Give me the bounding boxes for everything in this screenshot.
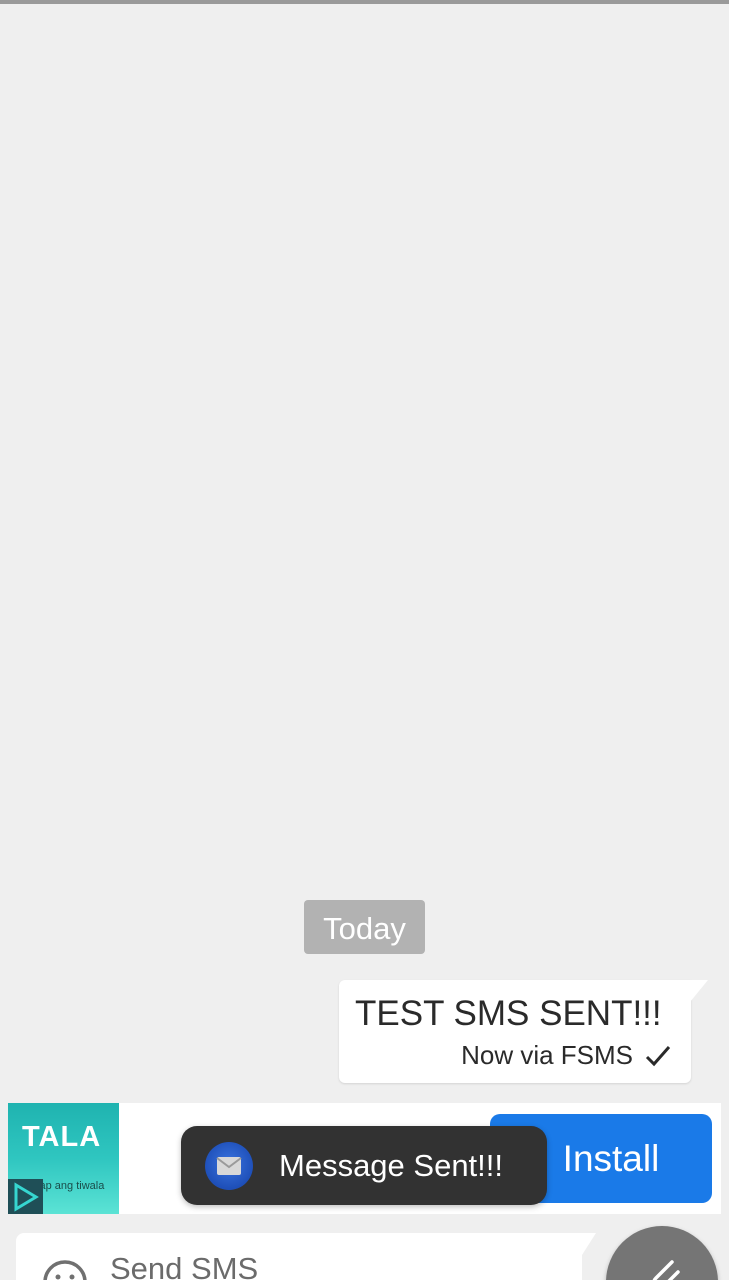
emoji-icon[interactable] xyxy=(42,1259,88,1280)
sms-conversation-screen: Today TEST SMS SENT!!! Now via FSMS TALA… xyxy=(0,0,729,1280)
ad-logo-image[interactable]: TALA Ilap ang tiwala xyxy=(8,1103,119,1214)
message-sent-toast: Message Sent!!! xyxy=(181,1126,547,1205)
ad-choices-play-icon[interactable] xyxy=(8,1179,43,1214)
composer-tail xyxy=(582,1233,596,1255)
top-divider xyxy=(0,0,729,4)
toast-text: Message Sent!!! xyxy=(279,1147,504,1183)
paperclip-icon xyxy=(644,1254,684,1280)
sms-input[interactable] xyxy=(110,1251,550,1280)
ad-tagline: Ilap ang tiwala xyxy=(34,1180,105,1192)
ad-brand-text: TALA xyxy=(22,1121,102,1153)
message-meta: Now via FSMS xyxy=(461,1040,673,1071)
message-status-text: Now via FSMS xyxy=(461,1040,633,1070)
message-text: TEST SMS SENT!!! xyxy=(355,994,662,1033)
envelope-icon xyxy=(205,1141,253,1190)
attach-button[interactable] xyxy=(606,1226,718,1280)
sent-message-bubble[interactable]: TEST SMS SENT!!! Now via FSMS xyxy=(339,980,691,1083)
message-composer xyxy=(16,1233,582,1280)
message-bubble-tail xyxy=(690,980,708,1002)
date-separator: Today xyxy=(304,900,425,954)
check-icon xyxy=(643,1041,673,1071)
